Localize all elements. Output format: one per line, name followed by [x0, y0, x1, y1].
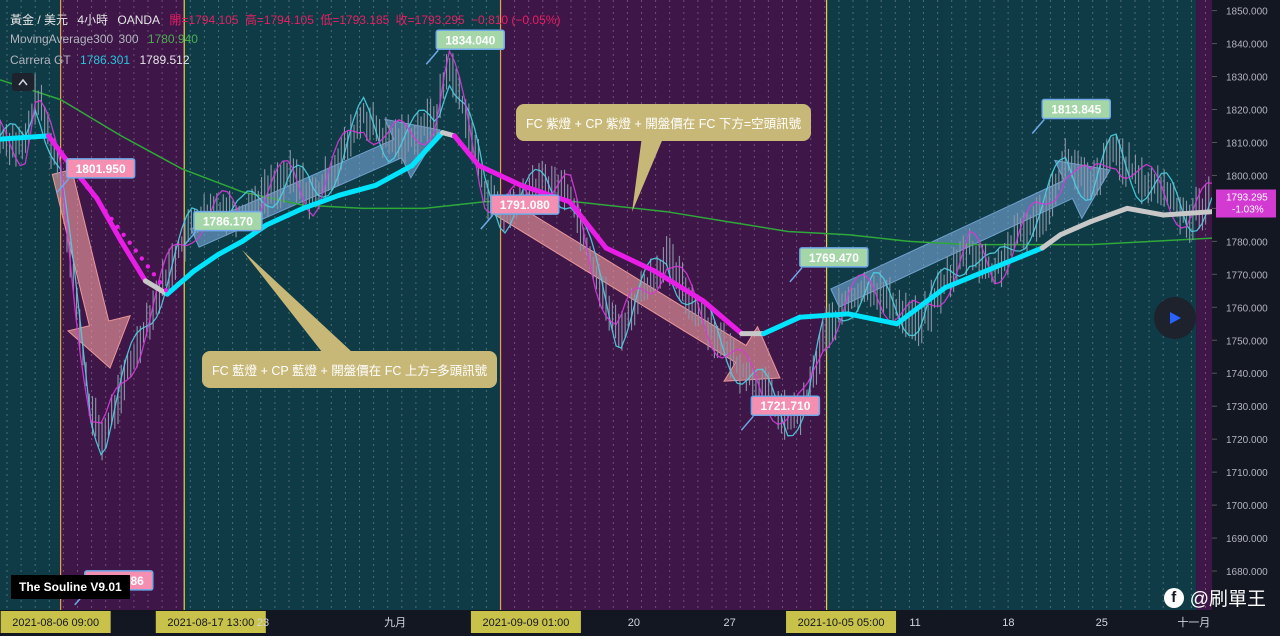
fc-dot	[157, 280, 163, 285]
ma-legend[interactable]: MovingAverage300 300 1780.940	[10, 32, 204, 46]
carrera-legend[interactable]: Carrera GT 1786.301 1789.512	[10, 53, 196, 67]
fc-dot	[163, 287, 169, 293]
fc-dot	[91, 193, 96, 198]
ma-period: 300	[118, 32, 139, 46]
fc-dot	[127, 240, 132, 245]
fc-dot	[145, 264, 151, 269]
price-axis[interactable]: 1680.000 1690.000 1700.000 1710.000 1720.000…	[1212, 0, 1280, 610]
price-tick-label: 1820.000	[1226, 105, 1268, 116]
signal-zones	[0, 0, 1280, 636]
ma-name: MovingAverage300	[10, 32, 114, 46]
short-signal-pointer	[632, 136, 664, 212]
fc-dot	[133, 248, 138, 253]
time-label: 2021-10-05 05:00	[798, 617, 885, 629]
long-signal-note: FC 藍燈 + CP 藍燈 + 開盤價在 FC 上方=多頭訊號	[202, 351, 498, 388]
interval-label[interactable]: 4小時	[77, 13, 108, 27]
price-label-text: 1834.040	[445, 33, 495, 47]
time-axis[interactable]: 2021-08-06 09:00 2021-08-17 13:00 23 九月 2021…	[0, 610, 1280, 636]
fc-dot	[97, 200, 102, 206]
time-label: 十一月	[1177, 615, 1210, 629]
time-label: 18	[1002, 617, 1014, 629]
time-label: 20	[628, 617, 640, 629]
fc-segment	[1161, 209, 1215, 218]
fc-dot	[103, 208, 108, 214]
carrera-value-1: 1786.301	[80, 53, 131, 67]
exchange-label: OANDA	[117, 13, 161, 27]
price-tick-label: 1750.000	[1226, 336, 1268, 347]
zone-teal	[0, 0, 61, 610]
fc-segment	[797, 311, 851, 320]
price-label-text: 1791.080	[500, 198, 550, 212]
time-label: 2021-08-06 09:00	[12, 617, 99, 629]
current-price-text: 1793.295	[1226, 193, 1268, 204]
symbol-header: 黃金 / 美元 4小時 OANDA 開=1794.105 高=1794.105 …	[10, 11, 566, 28]
price-tick-label: 1680.000	[1226, 567, 1268, 578]
price-label-text: 1769.470	[809, 251, 859, 265]
current-change-text: -1.03%	[1232, 205, 1264, 216]
price-tick-label: 1850.000	[1226, 7, 1268, 18]
price-tick-label: 1690.000	[1226, 534, 1268, 545]
fc-dot	[121, 232, 126, 237]
time-label: 25	[1096, 617, 1108, 629]
facebook-icon: f	[1163, 587, 1184, 608]
price-label-text: 1801.950	[76, 162, 126, 176]
time-label: 九月	[384, 616, 406, 629]
time-label: 2021-08-17 13:00	[167, 617, 254, 629]
fc-dot	[115, 224, 120, 230]
change-value: −0.810 (−0.05%)	[471, 13, 561, 27]
price-label-text: 1786.170	[203, 215, 253, 229]
time-label: 23	[257, 617, 269, 629]
zone-purple	[60, 0, 185, 610]
long-signal-pointer	[242, 250, 352, 352]
price-tick-label: 1770.000	[1226, 270, 1268, 281]
time-label: 27	[723, 617, 735, 629]
price-tick-label: 1780.000	[1226, 237, 1268, 248]
carrera-value-2: 1789.512	[139, 53, 190, 67]
price-tick-label: 1720.000	[1226, 435, 1268, 446]
play-icon	[1170, 312, 1181, 324]
collapse-legend-button[interactable]	[12, 73, 34, 91]
zone-purple	[1196, 0, 1212, 610]
ma-value: 1780.940	[147, 32, 198, 46]
price-tick-label: 1800.000	[1226, 171, 1268, 182]
fc-dot	[151, 272, 157, 277]
symbol-name[interactable]: 黃金 / 美元	[10, 13, 68, 27]
fc-dot	[139, 256, 145, 261]
fc-dot	[85, 185, 90, 190]
replay-button[interactable]	[1154, 297, 1196, 339]
open-value: 開=1794.105	[169, 13, 239, 27]
fc-dot	[109, 216, 114, 222]
chevron-up-icon	[18, 78, 28, 86]
time-label: 11	[909, 617, 920, 629]
price-tick-label: 1810.000	[1226, 138, 1268, 149]
fc-segment	[0, 133, 51, 142]
price-tick-label: 1730.000	[1226, 402, 1268, 413]
price-tick-label: 1700.000	[1226, 501, 1268, 512]
brand-badge: f @刷單王	[1163, 584, 1266, 611]
brand-name: @刷單王	[1189, 589, 1266, 610]
price-chart[interactable]: 1801.9501677.6861786.1701834.0401791.080…	[0, 0, 1280, 636]
price-tick-label: 1830.000	[1226, 73, 1268, 84]
high-value: 高=1794.105	[244, 13, 314, 27]
fc-dot	[60, 153, 66, 158]
low-value: 低=1793.185	[320, 13, 390, 27]
price-label-text: 1721.710	[760, 399, 810, 413]
carrera-name: Carrera GT	[10, 53, 71, 67]
price-tick-label: 1710.000	[1226, 468, 1268, 479]
indicator-watermark: The Souline V9.01	[11, 575, 130, 599]
close-value: 收=1793.295	[395, 13, 465, 27]
price-label-text: 1813.845	[1051, 102, 1101, 116]
price-tick-label: 1840.000	[1226, 40, 1268, 51]
price-tick-label: 1740.000	[1226, 369, 1268, 380]
price-tick-label: 1760.000	[1226, 303, 1268, 314]
time-label: 2021-09-09 01:00	[482, 617, 569, 629]
